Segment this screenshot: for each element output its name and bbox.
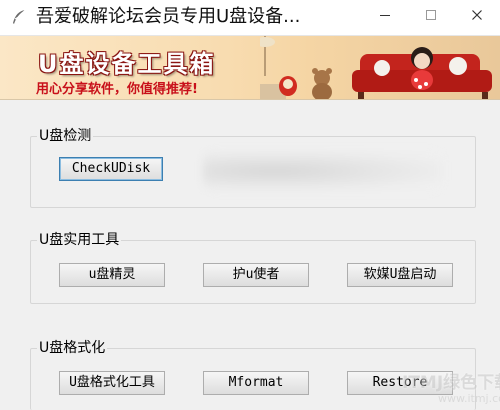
banner: U盘设备工具箱 用心分享软件，你值得推荐! — [0, 36, 500, 100]
group-label: U盘实用工具 — [37, 230, 122, 250]
close-button[interactable] — [454, 0, 500, 30]
watermark-url: www.itmj.com — [438, 392, 500, 405]
feather-icon — [10, 8, 28, 26]
banner-illustration — [260, 36, 492, 99]
minimize-icon — [379, 9, 391, 21]
group-label: U盘检测 — [37, 126, 94, 146]
watermark-text: ITMJ绿色下载 — [402, 373, 500, 393]
banner-subtitle: 用心分享软件，你值得推荐! — [36, 82, 198, 97]
udisk-format-tool-button[interactable]: U盘格式化工具 — [59, 371, 165, 395]
maximize-button[interactable] — [408, 0, 454, 30]
watermark: ITMJ绿色下载 www.itmj.com — [400, 366, 500, 410]
minimize-button[interactable] — [362, 0, 408, 30]
blurred-content — [203, 151, 443, 191]
group-label: U盘格式化 — [37, 338, 108, 358]
huu-shizhe-button[interactable]: 护u使者 — [203, 263, 309, 287]
group-udisk-check: U盘检测 CheckUDisk — [30, 126, 476, 208]
mformat-button[interactable]: Mformat — [203, 371, 309, 395]
checkudisk-button[interactable]: CheckUDisk — [59, 157, 163, 181]
banner-title: U盘设备工具箱 — [38, 50, 216, 78]
maximize-icon — [425, 9, 437, 21]
close-icon — [471, 9, 483, 21]
group-udisk-tools: U盘实用工具 u盘精灵 护u使者 软媒U盘启动 — [30, 230, 476, 304]
window-title: 吾爱破解论坛会员专用U盘设备... — [36, 6, 301, 27]
upan-jingling-button[interactable]: u盘精灵 — [59, 263, 165, 287]
title-bar[interactable]: 吾爱破解论坛会员专用U盘设备... — [0, 0, 500, 36]
ruanmei-usb-boot-button[interactable]: 软媒U盘启动 — [347, 263, 453, 287]
